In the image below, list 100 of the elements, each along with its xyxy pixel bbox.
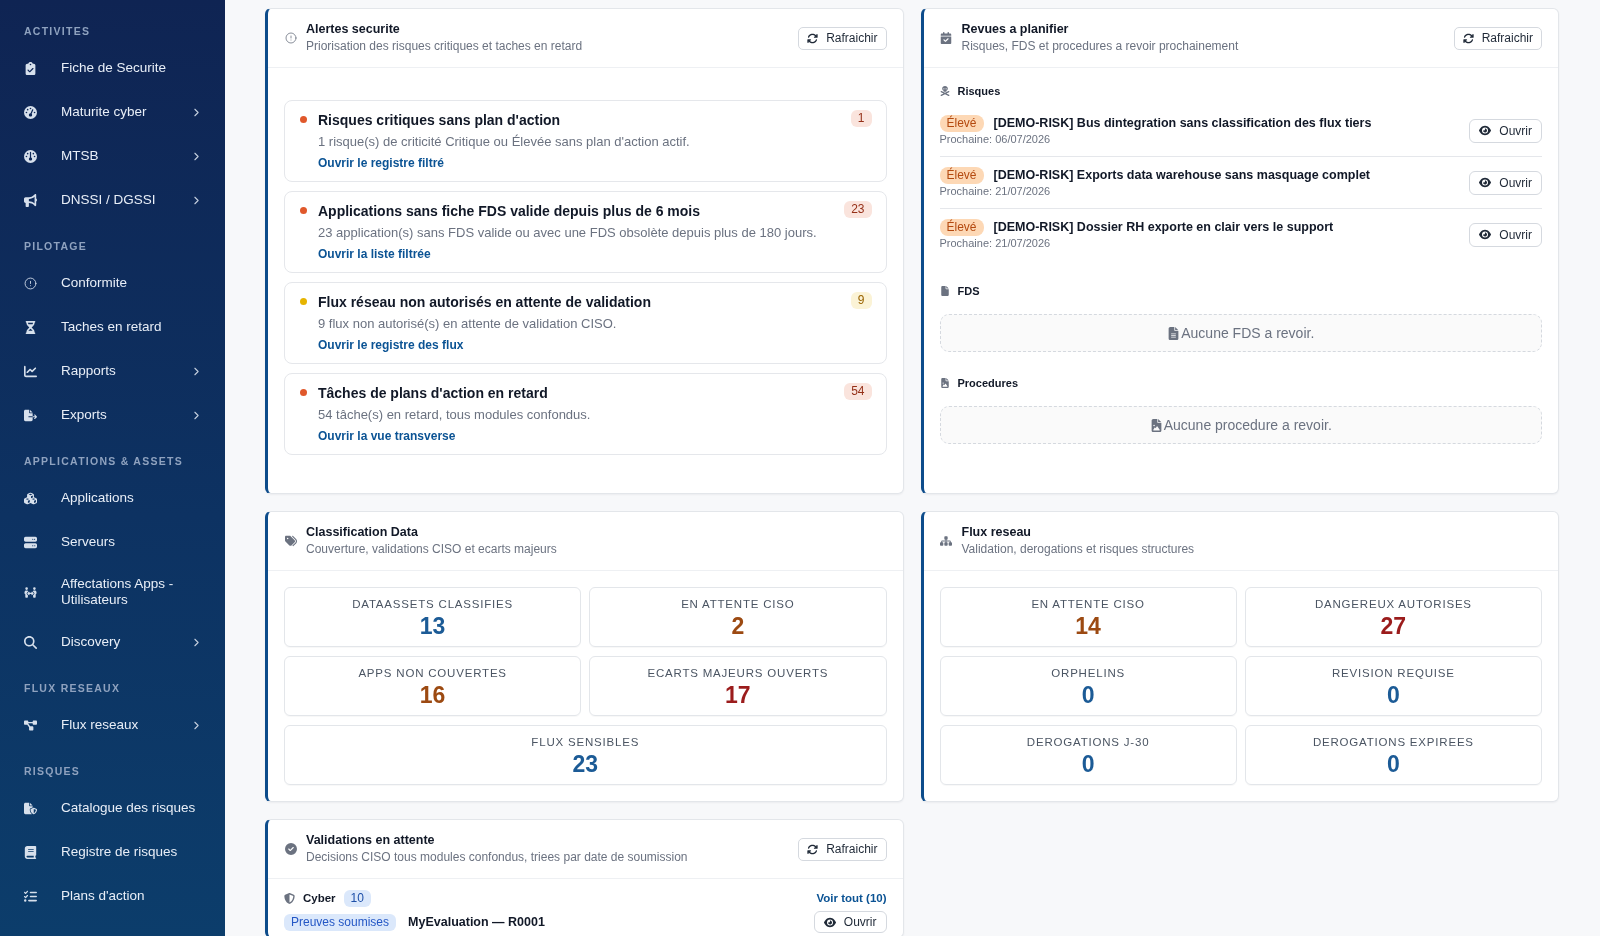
stat-label: DEROGATIONS EXPIREES bbox=[1312, 735, 1474, 749]
diagram-icon bbox=[24, 718, 37, 732]
stat-value: 17 bbox=[725, 682, 751, 708]
stat-label: REVISION REQUISE bbox=[1331, 666, 1455, 680]
card-subtitle: Risques, FDS et procedures a revoir prochainement bbox=[961, 38, 1239, 55]
line-chart-icon bbox=[24, 364, 37, 378]
alert-description: 54 tâche(s) en retard, tous modules confondus. bbox=[318, 406, 591, 424]
stat-label: DEROGATIONS J-30 bbox=[1026, 735, 1150, 749]
alert-link[interactable]: Ouvrir la liste filtrée bbox=[318, 245, 431, 263]
card-title: Flux reseau bbox=[961, 524, 1031, 541]
dial-icon bbox=[24, 149, 37, 163]
review-title: [DEMO-RISK] Bus dintegration sans classification des flux tiers bbox=[993, 115, 1372, 132]
shield-icon bbox=[284, 892, 295, 904]
open-button[interactable]: Ouvrir bbox=[1469, 170, 1542, 195]
clipboard-check-icon bbox=[24, 61, 37, 75]
open-button[interactable]: Ouvrir bbox=[813, 911, 887, 933]
stat-value: 0 bbox=[1386, 682, 1400, 708]
megaphone-icon bbox=[24, 193, 37, 207]
card-subtitle: Priorisation des risques critiques et taches en retard bbox=[306, 38, 583, 55]
stat-value: 14 bbox=[1075, 613, 1101, 639]
sidebar-item[interactable]: Flux reseaux bbox=[0, 703, 225, 747]
server-icon bbox=[24, 535, 37, 549]
sidebar-item[interactable]: Rapports bbox=[0, 349, 225, 393]
book-icon bbox=[24, 845, 37, 859]
refresh-icon bbox=[807, 32, 819, 44]
refresh-icon bbox=[807, 843, 819, 855]
section-heading: Risques bbox=[957, 84, 1001, 98]
sidebar-item[interactable]: Exports bbox=[0, 393, 225, 437]
card-title: Revues a planifier bbox=[961, 21, 1069, 38]
count-badge: 23 bbox=[844, 201, 872, 218]
file-image-icon bbox=[1149, 418, 1163, 432]
gauge-icon bbox=[24, 105, 37, 119]
stat-value: 0 bbox=[1081, 682, 1095, 708]
exclamation-circle-icon bbox=[284, 32, 297, 44]
review-date: Prochaine: 21/07/2026 bbox=[939, 236, 1051, 251]
alert-link[interactable]: Ouvrir le registre filtré bbox=[318, 154, 445, 172]
count-badge: 9 bbox=[850, 292, 872, 309]
severity-badge: Élevé bbox=[939, 218, 984, 236]
sidebar-item[interactable]: Applications bbox=[0, 476, 225, 520]
sidebar-item[interactable]: Conformite bbox=[0, 261, 225, 305]
section-heading: Procedures bbox=[957, 376, 1019, 390]
exclamation-circle-icon bbox=[24, 276, 37, 290]
stat-label: APPS NON COUVERTES bbox=[358, 666, 507, 680]
file-image-icon bbox=[939, 378, 950, 388]
group-label: Cyber bbox=[303, 891, 336, 906]
stat-value: 0 bbox=[1386, 751, 1400, 777]
stat-value: 16 bbox=[419, 682, 446, 708]
sidebar-item[interactable]: Catalogue des risques bbox=[0, 786, 225, 830]
section-label: FLUX RESEAUX bbox=[23, 681, 122, 695]
empty-message: Aucune FDS a revoir. bbox=[1181, 325, 1315, 341]
stat-label: ORPHELINS bbox=[1051, 666, 1125, 680]
count-badge: 10 bbox=[343, 889, 371, 907]
section-label: ACTIVITES bbox=[23, 24, 92, 38]
checklist-icon bbox=[24, 889, 37, 903]
alert-description: 23 application(s) sans FDS valide ou avec une FDS obsolète depuis plus de 180 jours. bbox=[318, 224, 817, 242]
alert-title: Applications sans fiche FDS valide depuis plus de 6 mois bbox=[318, 202, 700, 221]
sitemap-icon bbox=[940, 535, 952, 547]
document-icon bbox=[1167, 326, 1181, 340]
file-export-icon bbox=[24, 408, 37, 422]
sidebar-item[interactable]: DNSSI / DGSSI bbox=[0, 178, 225, 222]
stat-label: EN ATTENTE CISO bbox=[681, 597, 795, 611]
alert-description: 1 risque(s) de criticité Critique ou Élevée sans plan d'action actif. bbox=[318, 133, 690, 151]
stat-value: 23 bbox=[572, 751, 599, 777]
review-title: [DEMO-RISK] Dossier RH exporte en clair vers le support bbox=[993, 219, 1334, 236]
sidebar-item[interactable]: Fiche de Securite bbox=[0, 46, 225, 90]
eye-icon bbox=[823, 916, 836, 928]
severity-badge: Élevé bbox=[939, 166, 984, 184]
card-title: Validations en attente bbox=[306, 832, 435, 849]
stat-value: 27 bbox=[1380, 613, 1407, 639]
sidebar-item[interactable]: Discovery bbox=[0, 620, 225, 664]
sidebar-item[interactable]: Maturite cyber bbox=[0, 90, 225, 134]
alert-title: Tâches de plans d'action en retard bbox=[318, 384, 548, 403]
card-title: Alertes securite bbox=[306, 21, 400, 38]
stat-label: DANGEREUX AUTORISES bbox=[1314, 597, 1472, 611]
eye-icon bbox=[1479, 177, 1492, 188]
stat-label: EN ATTENTE CISO bbox=[1031, 597, 1145, 611]
refresh-button[interactable]: Rafraichir bbox=[1453, 26, 1542, 50]
review-date: Prochaine: 06/07/2026 bbox=[939, 132, 1051, 147]
sidebar-item[interactable]: Registre de risques bbox=[0, 830, 225, 874]
see-all-link[interactable]: Voir tout (10) bbox=[816, 889, 887, 907]
refresh-button[interactable]: Rafraichir bbox=[798, 26, 887, 50]
sidebar-item[interactable]: Plans d'action bbox=[0, 874, 225, 918]
file-icon bbox=[939, 286, 950, 296]
stat-value: 0 bbox=[1081, 751, 1095, 777]
skull-crossbones-icon bbox=[939, 86, 950, 96]
open-button[interactable]: Ouvrir bbox=[1469, 118, 1542, 143]
alert-link[interactable]: Ouvrir le registre des flux bbox=[318, 336, 464, 354]
count-badge: 54 bbox=[844, 383, 872, 400]
review-date: Prochaine: 21/07/2026 bbox=[939, 184, 1051, 199]
sidebar-item[interactable]: Taches en retard bbox=[0, 305, 225, 349]
alert-link[interactable]: Ouvrir la vue transverse bbox=[318, 427, 456, 445]
section-label: PILOTAGE bbox=[23, 239, 88, 253]
alert-title: Flux réseau non autorisés en attente de validation bbox=[318, 293, 651, 312]
open-button[interactable]: Ouvrir bbox=[1469, 222, 1542, 247]
sidebar-item[interactable]: Affectations Apps - Utilisateurs bbox=[0, 564, 225, 620]
sidebar-item[interactable]: MTSB bbox=[0, 134, 225, 178]
alert-title: Risques critiques sans plan d'action bbox=[318, 111, 561, 130]
cubes-icon bbox=[24, 491, 37, 505]
sidebar-item[interactable]: Serveurs bbox=[0, 520, 225, 564]
refresh-button[interactable]: Rafraichir bbox=[798, 837, 887, 861]
